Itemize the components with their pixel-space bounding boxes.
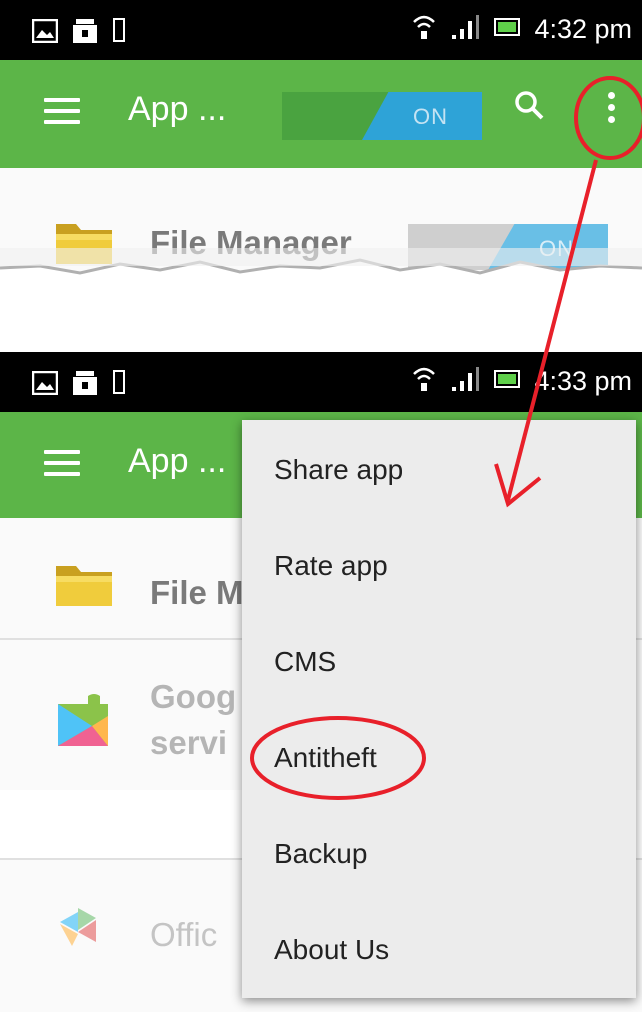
phone-icon	[112, 370, 126, 401]
torn-edge	[0, 248, 642, 348]
app-title: App ...	[128, 442, 227, 480]
battery-icon	[494, 17, 521, 42]
menu-icon[interactable]	[44, 450, 80, 478]
menu-item-backup[interactable]: Backup	[274, 838, 367, 870]
puzzle-icon	[52, 690, 114, 757]
signal-icon	[450, 365, 480, 398]
signal-icon	[450, 13, 480, 46]
image-icon	[31, 18, 59, 48]
file-manager-label: File M	[150, 574, 244, 611]
image-icon	[31, 370, 59, 400]
status-bar-top: 4:32 pm	[0, 0, 642, 60]
google-label-line2: servi	[150, 724, 228, 761]
office-label: Offic	[150, 916, 218, 953]
office-icon	[52, 902, 114, 957]
phone-icon	[112, 18, 126, 49]
status-bar-bottom: 4:33 pm	[0, 352, 642, 412]
folder-icon	[54, 560, 114, 613]
menu-icon[interactable]	[44, 98, 80, 126]
briefcase-icon	[72, 18, 98, 49]
master-toggle[interactable]: ON	[282, 92, 482, 140]
menu-item-share-app[interactable]: Share app	[274, 454, 403, 486]
status-time: 4:32 pm	[534, 14, 632, 44]
google-label-line1: Goog	[150, 678, 237, 715]
menu-item-cms[interactable]: CMS	[274, 646, 336, 678]
overflow-menu: Share app Rate app CMS Antitheft Backup …	[242, 420, 636, 998]
menu-item-rate-app[interactable]: Rate app	[274, 550, 388, 582]
status-time: 4:33 pm	[534, 366, 632, 396]
wifi-icon	[412, 12, 436, 47]
app-bar-top: App ... ON	[0, 60, 642, 168]
briefcase-icon	[72, 370, 98, 401]
battery-icon	[494, 369, 521, 394]
menu-item-antitheft[interactable]: Antitheft	[274, 742, 377, 774]
wifi-icon	[412, 364, 436, 399]
app-title: App ...	[128, 90, 227, 128]
toggle-label: ON	[413, 104, 448, 129]
search-icon[interactable]	[514, 90, 544, 120]
overflow-menu-icon[interactable]	[608, 92, 618, 128]
menu-item-about-us[interactable]: About Us	[274, 934, 389, 966]
